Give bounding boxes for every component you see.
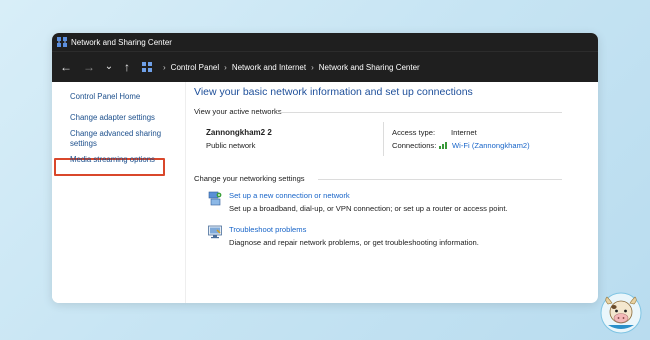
setup-connection-description: Set up a broadband, dial-up, or VPN conn…	[229, 204, 508, 213]
window-title: Network and Sharing Center	[71, 37, 172, 47]
network-divider	[383, 122, 384, 156]
address-toolbar: ← → ⌄ ↑ › Control Panel › Network and In…	[52, 51, 598, 82]
troubleshoot-link[interactable]: Troubleshoot problems	[229, 225, 306, 234]
sidebar-item-control-panel-home[interactable]: Control Panel Home	[70, 92, 140, 102]
forward-arrow-icon: →	[83, 60, 95, 74]
main-content: View your basic network information and …	[194, 82, 598, 303]
forward-button[interactable]: →	[80, 58, 98, 76]
breadcrumb-separator-icon: ›	[224, 62, 227, 72]
sidebar: Control Panel Home Change adapter settin…	[52, 82, 186, 303]
up-button[interactable]: ↑	[118, 58, 136, 76]
sidebar-item-change-advanced-sharing[interactable]: Change advanced sharing settings	[70, 129, 161, 149]
wifi-signal-icon	[439, 142, 447, 149]
network-category: Public network	[206, 141, 256, 150]
up-arrow-icon: ↑	[124, 60, 130, 74]
back-button[interactable]: ←	[57, 58, 75, 76]
wifi-connection-link[interactable]: Wi-Fi (Zannongkham2)	[452, 141, 530, 150]
change-settings-heading: Change your networking settings	[194, 174, 305, 183]
troubleshoot-description: Diagnose and repair network problems, or…	[229, 238, 479, 247]
page-title: View your basic network information and …	[194, 86, 473, 98]
breadcrumb[interactable]: › Control Panel › Network and Internet ›…	[142, 59, 420, 75]
access-type-value: Internet	[451, 128, 477, 137]
breadcrumb-separator-icon: ›	[163, 62, 166, 72]
setup-connection-link[interactable]: Set up a new connection or network	[229, 191, 350, 200]
breadcrumb-network-internet[interactable]: Network and Internet	[232, 63, 306, 72]
breadcrumb-network-sharing-center[interactable]: Network and Sharing Center	[319, 63, 420, 72]
troubleshoot-icon	[208, 225, 222, 239]
chevron-down-icon: ⌄	[104, 61, 114, 72]
breadcrumb-control-panel[interactable]: Control Panel	[171, 63, 219, 72]
connections-label: Connections:	[392, 141, 437, 150]
section-divider	[318, 179, 562, 180]
network-sharing-center-window: Network and Sharing Center ← → ⌄ ↑ › Con…	[52, 33, 598, 303]
sidebar-item-label-line2: settings	[70, 139, 97, 148]
control-panel-icon	[142, 62, 152, 72]
cow-mascot-logo	[600, 292, 642, 334]
new-connection-icon	[208, 191, 222, 206]
back-arrow-icon: ←	[60, 60, 72, 74]
sidebar-item-change-adapter-settings[interactable]: Change adapter settings	[70, 113, 155, 123]
title-bar: Network and Sharing Center	[52, 33, 598, 51]
breadcrumb-separator-icon: ›	[311, 62, 314, 72]
sidebar-item-label-line1: Change advanced sharing	[70, 129, 162, 138]
network-app-icon	[57, 37, 67, 47]
active-networks-heading: View your active networks	[194, 107, 282, 116]
network-name: Zannongkham2 2	[206, 128, 272, 137]
sidebar-item-media-streaming[interactable]: Media streaming options	[70, 155, 155, 165]
section-divider	[280, 112, 562, 113]
access-type-label: Access type:	[392, 128, 436, 137]
recent-locations-button[interactable]: ⌄	[100, 58, 118, 76]
